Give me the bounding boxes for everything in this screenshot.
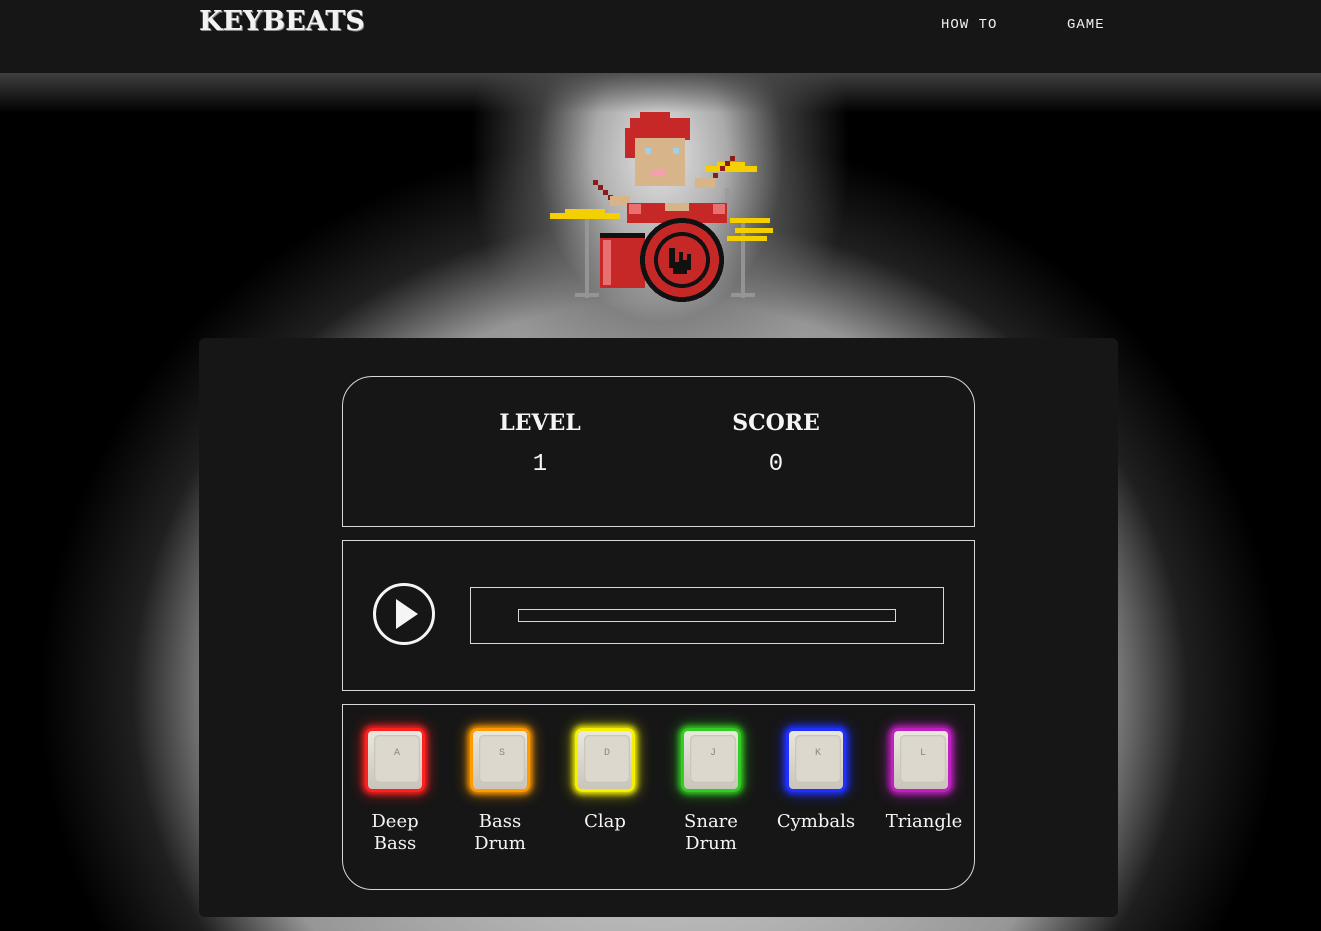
stage-top-shadow bbox=[0, 73, 1321, 113]
drum-keys-box bbox=[342, 704, 975, 890]
key-letter: A bbox=[393, 748, 400, 759]
right-cymbal-stack bbox=[730, 218, 770, 223]
drummer-face bbox=[635, 138, 685, 186]
key-caption-clap: Clap bbox=[555, 811, 655, 833]
pixel-drummer-illustration bbox=[550, 112, 773, 302]
right-cymbal-top bbox=[705, 166, 757, 172]
left-cymbal bbox=[550, 213, 620, 219]
caption-line: Clap bbox=[584, 811, 626, 832]
stats-box bbox=[342, 376, 975, 527]
key-d-clap[interactable]: D bbox=[575, 728, 635, 792]
key-letter: K bbox=[814, 748, 821, 759]
play-button[interactable] bbox=[373, 583, 435, 645]
level-value: 1 bbox=[532, 451, 548, 478]
level-label: LEVEL bbox=[499, 410, 581, 436]
nav-link-game[interactable]: GAME bbox=[1067, 17, 1105, 33]
key-letter: J bbox=[709, 748, 716, 759]
key-caption-bass-drum: Bass Drum bbox=[450, 811, 550, 855]
caption-line: Bass bbox=[478, 811, 522, 832]
key-caption-triangle: Triangle bbox=[874, 811, 974, 833]
key-letter: L bbox=[919, 748, 926, 759]
score-label: SCORE bbox=[732, 410, 820, 436]
caption-line: Drum bbox=[474, 833, 526, 854]
play-icon bbox=[396, 599, 418, 629]
key-caption-cymbals: Cymbals bbox=[766, 811, 866, 833]
key-cap: L bbox=[900, 735, 946, 783]
key-caption-deep-bass: Deep Bass bbox=[345, 811, 445, 855]
key-cap: A bbox=[374, 735, 420, 783]
key-cap: J bbox=[690, 735, 736, 783]
key-a-deep-bass[interactable]: A bbox=[365, 728, 425, 792]
caption-line: Triangle bbox=[885, 811, 963, 832]
key-cap: K bbox=[795, 735, 841, 783]
nav-link-how-to[interactable]: HOW TO bbox=[941, 17, 997, 33]
key-l-triangle[interactable]: L bbox=[891, 728, 951, 792]
key-caption-snare-drum: Snare Drum bbox=[661, 811, 761, 855]
key-j-snare-drum[interactable]: J bbox=[681, 728, 741, 792]
key-letter: D bbox=[603, 748, 610, 759]
caption-line: Bass bbox=[373, 833, 417, 854]
key-cap: D bbox=[584, 735, 630, 783]
caption-line: Cymbals bbox=[776, 811, 856, 832]
key-letter: S bbox=[498, 748, 505, 759]
key-cap: S bbox=[479, 735, 525, 783]
caption-line: Snare bbox=[684, 811, 738, 832]
score-value: 0 bbox=[768, 451, 784, 478]
site-logo[interactable]: KEYBEATS bbox=[199, 6, 365, 37]
key-k-cymbals[interactable]: K bbox=[786, 728, 846, 792]
caption-line: Drum bbox=[685, 833, 737, 854]
caption-line: Deep bbox=[371, 811, 419, 832]
key-s-bass-drum[interactable]: S bbox=[470, 728, 530, 792]
progress-bar[interactable] bbox=[518, 609, 896, 622]
top-navbar: KEYBEATS HOW TO GAME bbox=[0, 0, 1321, 73]
